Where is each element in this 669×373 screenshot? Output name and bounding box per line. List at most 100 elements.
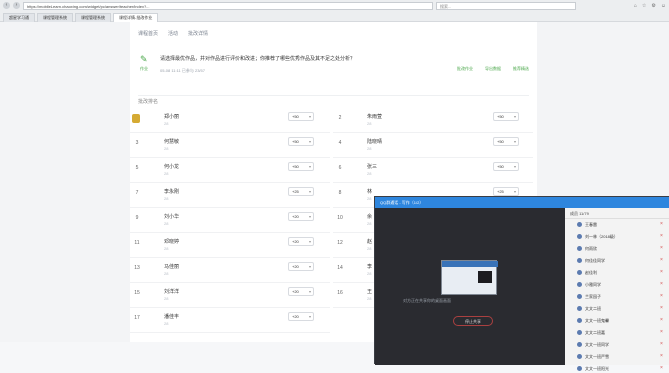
student-sub: 28: [164, 296, 169, 301]
breadcrumb-item[interactable]: 课程首页: [138, 30, 158, 37]
screen-thumbnail: [441, 260, 498, 295]
student-name[interactable]: 余: [367, 213, 372, 220]
score-select[interactable]: +25: [493, 187, 519, 196]
grade-button[interactable]: 批改作业: [457, 66, 473, 72]
student-name[interactable]: 何慧敏: [164, 138, 179, 145]
student-name[interactable]: 李: [367, 263, 372, 270]
score-select[interactable]: +20: [288, 212, 314, 221]
mic-off-icon: ×: [660, 353, 663, 359]
rank-number: 11: [134, 240, 140, 246]
member-item[interactable]: 小雅同学: [577, 280, 655, 289]
table-row: 郑小丽 28 +50: [130, 108, 330, 133]
rank-number: 9: [135, 215, 139, 221]
smile-icon[interactable]: ☺: [661, 3, 666, 9]
table-row: 2 朱雨萱 28 +50: [333, 108, 533, 133]
rank-number: 6: [338, 165, 342, 171]
rank-number: 14: [337, 265, 343, 271]
student-sub: 28: [164, 146, 169, 151]
student-name[interactable]: 林: [367, 188, 372, 195]
home-icon[interactable]: ⌂: [634, 3, 637, 9]
member-item[interactable]: 王春雷: [577, 220, 655, 229]
rank-number: 17: [134, 315, 140, 321]
score-select[interactable]: +50: [493, 137, 519, 146]
score-select[interactable]: +20: [288, 287, 314, 296]
star-icon[interactable]: ☆: [642, 3, 646, 9]
address-bar[interactable]: https://mobileLearn.chaoxing.com/widget/…: [23, 1, 433, 10]
meeting-window: QQ群通话 - 写作（1/2） 对方正在共享你的桌面画面 停止共享 成员 11/…: [374, 196, 669, 371]
member-item[interactable]: 文文一班严雪: [577, 352, 655, 361]
score-select[interactable]: +50: [493, 162, 519, 171]
browser-tab[interactable]: 超星学习通: [3, 13, 35, 22]
student-sub: 28: [164, 246, 169, 251]
member-item[interactable]: 兰家园子: [577, 292, 655, 301]
member-item[interactable]: 何佳佳同学: [577, 256, 655, 265]
member-item[interactable]: 何雨欣: [577, 244, 655, 253]
browser-tab-active[interactable]: 课程详情-批改作业: [113, 13, 159, 22]
browser-search-input[interactable]: 搜索...: [436, 1, 576, 10]
breadcrumb: 课程首页 活动 批改详情: [138, 30, 208, 37]
medal-icon: [132, 114, 140, 123]
stop-sharing-button[interactable]: 停止共享: [453, 316, 493, 326]
breadcrumb-item: 批改详情: [188, 31, 209, 37]
gear-icon[interactable]: ⚙: [651, 3, 655, 9]
student-name[interactable]: 刘小华: [164, 213, 179, 220]
score-select[interactable]: +50: [288, 112, 314, 121]
rank-number: 7: [135, 190, 139, 196]
mic-off-icon: ×: [660, 293, 663, 299]
student-name[interactable]: 陆晓晴: [367, 138, 382, 145]
student-name[interactable]: 潘佳丰: [164, 313, 179, 320]
student-name[interactable]: 王: [367, 288, 372, 295]
back-icon[interactable]: ‹: [3, 2, 10, 9]
score-select[interactable]: +20: [288, 237, 314, 246]
rank-number: 15: [134, 290, 140, 296]
score-select[interactable]: +20: [288, 312, 314, 321]
student-name[interactable]: 马佳丽: [164, 263, 179, 270]
student-name[interactable]: 朱雨萱: [367, 113, 382, 120]
student-sub: 28: [367, 271, 372, 276]
mic-off-icon: ×: [660, 365, 663, 371]
rank-number: 4: [338, 140, 342, 146]
page: 课程首页 活动 批改详情 ✎ 作业 请选择最优作品，并对作品进行评价和改进；你推…: [0, 22, 669, 371]
student-name[interactable]: 郑小丽: [164, 113, 179, 120]
recommend-button[interactable]: 推荐精选: [513, 66, 529, 72]
student-sub: 28: [164, 171, 169, 176]
score-select[interactable]: +50: [288, 162, 314, 171]
table-row: 15 刘洋洋 28 +20: [130, 283, 330, 308]
student-name[interactable]: 赵: [367, 238, 372, 245]
score-select[interactable]: +50: [288, 137, 314, 146]
student-name[interactable]: 张三: [367, 163, 377, 170]
table-row: 9 刘小华 28 +20: [130, 208, 330, 233]
member-count: 成员 11/79: [565, 208, 669, 219]
student-sub: 28: [367, 221, 372, 226]
member-item[interactable]: 赵佳利: [577, 268, 655, 277]
table-row: 3 何慧敏 28 +50: [130, 133, 330, 158]
table-row: 7 李永刚 28 +25: [130, 183, 330, 208]
student-name[interactable]: 何小龙: [164, 163, 179, 170]
mic-off-icon: ×: [660, 341, 663, 347]
task-card: ✎ 作业 请选择最优作品，并对作品进行评价和改进；你推荐了哪些优秀作品及其不足之…: [138, 50, 529, 96]
score-select[interactable]: +20: [288, 262, 314, 271]
score-select[interactable]: +50: [493, 112, 519, 121]
rank-number: 16: [337, 290, 343, 296]
mic-off-icon: ×: [660, 281, 663, 287]
member-item[interactable]: 文文一班阳光: [577, 364, 655, 373]
member-item[interactable]: 文文一班同学: [577, 340, 655, 349]
student-name[interactable]: 邓晓婷: [164, 238, 179, 245]
score-select[interactable]: +25: [288, 187, 314, 196]
browser-tab[interactable]: 课程管理系统: [37, 13, 73, 22]
member-item[interactable]: 文文二班: [577, 304, 655, 313]
student-name[interactable]: 李永刚: [164, 188, 179, 195]
share-text: 对方正在共享你的桌面画面: [403, 298, 451, 303]
member-item[interactable]: 刘一林（2018级）: [577, 232, 655, 241]
breadcrumb-item[interactable]: 活动: [168, 30, 178, 37]
student-name[interactable]: 刘洋洋: [164, 288, 179, 295]
student-sub: 28: [367, 196, 372, 201]
export-button[interactable]: 导出数据: [485, 66, 501, 72]
member-item[interactable]: 文文二班嘉: [577, 328, 655, 337]
mic-off-icon: ×: [660, 305, 663, 311]
member-item[interactable]: 文文一班鬼馨: [577, 316, 655, 325]
task-meta: 05-08 11:11 已参与 23/57: [160, 68, 205, 73]
screen-share-panel: 对方正在共享你的桌面画面 停止共享: [375, 208, 565, 365]
forward-icon[interactable]: ›: [13, 2, 20, 9]
browser-tab[interactable]: 课程管理系统: [75, 13, 111, 22]
